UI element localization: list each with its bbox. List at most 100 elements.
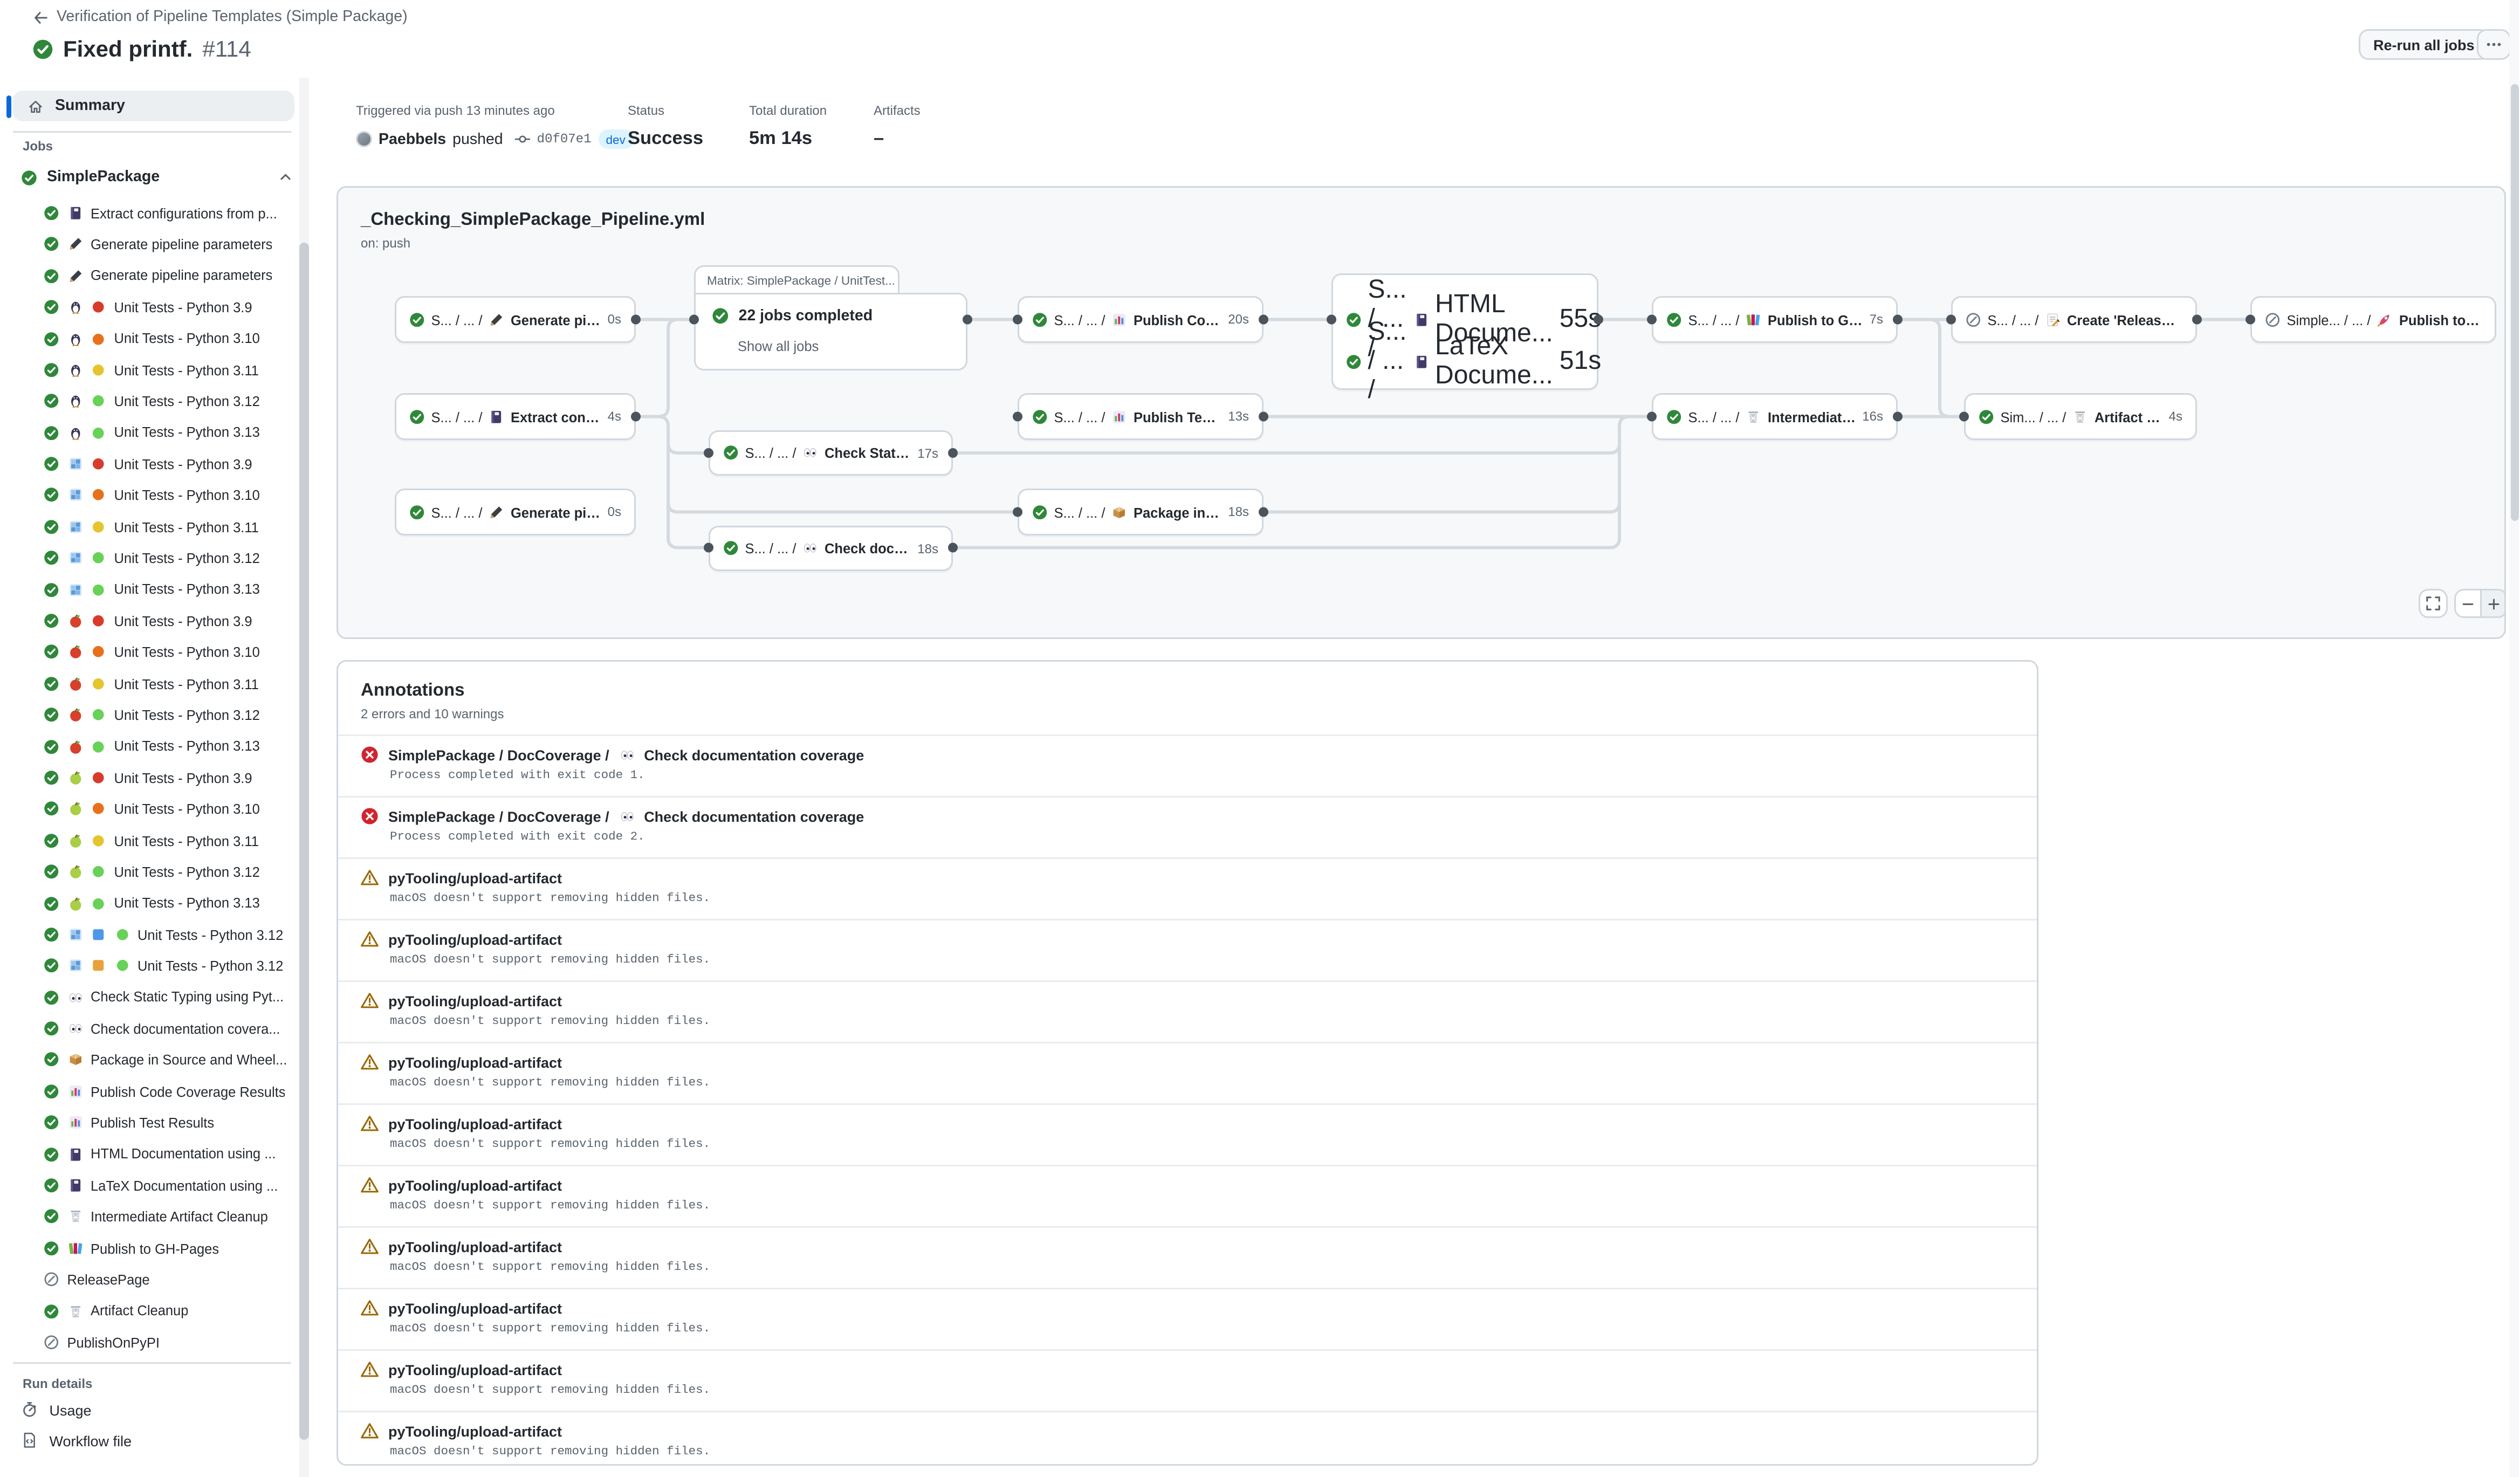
sidebar-job-item[interactable]: Intermediate Artifact Cleanup — [0, 1201, 298, 1233]
annotation-title[interactable]: Check documentation coverage — [644, 747, 864, 763]
sidebar-job-item[interactable]: Generate pipeline parameters — [0, 260, 298, 291]
more-options-button[interactable] — [2477, 29, 2511, 60]
sidebar-job-item[interactable]: Package in Source and Wheel... — [0, 1045, 298, 1076]
graph-node-intermediate[interactable]: S... / ... /Intermediate A...16s — [1652, 393, 1898, 440]
annotations-title: Annotations — [361, 681, 2014, 700]
sidebar-job-item[interactable]: Unit Tests - Python 3.13 — [0, 417, 298, 448]
annotation-title[interactable]: pyTooling/upload-artifact — [388, 1239, 562, 1255]
sidebar-job-item[interactable]: Unit Tests - Python 3.10 — [0, 636, 298, 668]
annotation-title[interactable]: Check documentation coverage — [644, 808, 864, 825]
graph-node-pubcov[interactable]: S... / ... /Publish Code C...20s — [1018, 296, 1264, 343]
commit-sha[interactable]: d0f07e1 — [537, 132, 592, 147]
annotation-message: macOS doesn't support removing hidden fi… — [390, 954, 2014, 967]
graph-node-gen1[interactable]: S... / ... /Generate pipelin...0s — [395, 296, 636, 343]
breadcrumb-label[interactable]: Verification of Pipeline Templates (Simp… — [57, 8, 408, 26]
sidebar-job-item[interactable]: Generate pipeline parameters — [0, 229, 298, 260]
sidebar-job-item[interactable]: Unit Tests - Python 3.11 — [0, 354, 298, 386]
sidebar-job-item[interactable]: PublishOnPyPI — [0, 1327, 298, 1358]
sidebar-job-item[interactable]: Artifact Cleanup — [0, 1295, 298, 1327]
circle-red — [91, 456, 106, 472]
sidebar-job-item[interactable]: Unit Tests - Python 3.13 — [0, 574, 298, 605]
annotation-row-warning: pyTooling/upload-artifactmacOS doesn't s… — [338, 980, 2037, 1042]
annotation-title[interactable]: pyTooling/upload-artifact — [388, 993, 562, 1009]
sidebar-scrollbar[interactable] — [299, 78, 309, 1477]
graph-node-cleanup[interactable]: Sim... / ... /Artifact Cleanup4s — [1964, 393, 2197, 440]
sidebar-job-item[interactable]: HTML Documentation using ... — [0, 1138, 298, 1170]
sidebar-job-item[interactable]: Unit Tests - Python 3.12 — [0, 542, 298, 574]
sidebar-job-item[interactable]: Unit Tests - Python 3.12 — [0, 856, 298, 888]
page-scrollbar-thumb[interactable] — [2510, 84, 2518, 521]
sidebar-job-item[interactable]: Unit Tests - Python 3.13 — [0, 888, 298, 919]
annotation-title[interactable]: pyTooling/upload-artifact — [388, 1300, 562, 1316]
sidebar-job-item[interactable]: Unit Tests - Python 3.9 — [0, 762, 298, 793]
graph-node-package[interactable]: S... / ... /Package in Sou...18s — [1018, 489, 1264, 535]
node-label: Check Static Ty... — [825, 445, 911, 461]
chevron-up-icon[interactable] — [278, 170, 293, 184]
workflow-graph-canvas[interactable]: _Checking_SimplePackage_Pipeline.yml on:… — [338, 188, 2504, 637]
graph-fullscreen-button[interactable] — [2419, 589, 2448, 618]
run-details-item-workflow-file[interactable]: Workflow file — [0, 1425, 298, 1456]
back-arrow-icon[interactable] — [32, 9, 49, 25]
sidebar-job-item[interactable]: Publish to GH-Pages — [0, 1233, 298, 1264]
check-circle — [409, 312, 425, 327]
sidebar-job-item[interactable]: Unit Tests - Python 3.13 — [0, 731, 298, 762]
graph-node-matrix-unittests[interactable]: 22 jobs completedShow all jobs — [694, 293, 967, 370]
sidebar-job-item[interactable]: Check documentation covera... — [0, 1013, 298, 1044]
graph-node-static[interactable]: S... / ... /Check Static Ty...17s — [709, 430, 953, 476]
trigger-label: Triggered via push 13 minutes ago — [356, 104, 555, 118]
graph-node-ghpages[interactable]: S... / ... /Publish to GH-P...7s — [1652, 296, 1898, 343]
graph-zoom-in-button[interactable] — [2481, 590, 2504, 616]
sidebar-job-item[interactable]: LaTeX Documentation using ... — [0, 1170, 298, 1201]
sidebar-job-item[interactable]: Unit Tests - Python 3.11 — [0, 511, 298, 542]
sidebar-job-item[interactable]: Extract configurations from p... — [0, 197, 298, 229]
circle-orange — [91, 331, 106, 347]
sidebar-job-item[interactable]: Unit Tests - Python 3.12 — [0, 950, 298, 981]
node-label: Create 'Release Pa... — [2067, 312, 2182, 328]
graph-node-gen2[interactable]: S... / ... /Generate pipelin...0s — [395, 489, 636, 535]
workflow-file-icon — [21, 1432, 38, 1449]
sidebar-job-item[interactable]: Unit Tests - Python 3.11 — [0, 825, 298, 856]
sidebar-job-item[interactable]: Unit Tests - Python 3.9 — [0, 605, 298, 636]
graph-node-doccov[interactable]: S... / ... /Check docume...18s — [709, 526, 953, 571]
graph-node-pubtest[interactable]: S... / ... /Publish Test Re...13s — [1018, 393, 1264, 440]
sidebar-job-item[interactable]: Unit Tests - Python 3.12 — [0, 386, 298, 417]
annotation-row-warning: pyTooling/upload-artifactmacOS doesn't s… — [338, 1226, 2037, 1288]
graph-node-doc-row-latex[interactable]: S... / ... /LaTeX Docume...51s — [1333, 341, 1597, 383]
annotation-title[interactable]: pyTooling/upload-artifact — [388, 1362, 562, 1378]
annotation-message: macOS doesn't support removing hidden fi… — [390, 893, 2014, 906]
graph-node-release[interactable]: S... / ... /Create 'Release Pa... — [1951, 296, 2197, 343]
sidebar-group-simplepackage[interactable]: SimplePackage — [21, 168, 293, 186]
graph-node-extract[interactable]: S... / ... /Extract configur...4s — [395, 393, 636, 440]
sidebar-job-item[interactable]: ReleasePage — [0, 1264, 298, 1295]
sidebar-job-item[interactable]: Unit Tests - Python 3.12 — [0, 699, 298, 731]
package-icon — [67, 1052, 83, 1068]
pen-icon — [67, 268, 83, 284]
sidebar-job-item[interactable]: Unit Tests - Python 3.9 — [0, 292, 298, 323]
annotation-title[interactable]: pyTooling/upload-artifact — [388, 1177, 562, 1193]
annotation-title[interactable]: pyTooling/upload-artifact — [388, 1116, 562, 1132]
sidebar-job-item[interactable]: Unit Tests - Python 3.12 — [0, 919, 298, 950]
annotation-title[interactable]: pyTooling/upload-artifact — [388, 1423, 562, 1439]
show-all-jobs-link[interactable]: Show all jobs — [738, 338, 819, 354]
actor-name[interactable]: Paebbels — [379, 130, 446, 148]
annotation-row-warning: pyTooling/upload-artifactmacOS doesn't s… — [338, 1288, 2037, 1349]
graph-zoom-out-button[interactable] — [2456, 590, 2481, 616]
annotation-title[interactable]: pyTooling/upload-artifact — [388, 931, 562, 947]
run-details-item-usage[interactable]: Usage — [0, 1394, 298, 1425]
sidebar-job-item[interactable]: Unit Tests - Python 3.10 — [0, 323, 298, 354]
graph-node-pypi[interactable]: Simple... / ... /Publish to PyPI — [2250, 296, 2496, 343]
annotation-title[interactable]: pyTooling/upload-artifact — [388, 1054, 562, 1070]
sidebar-item-summary[interactable]: Summary — [13, 91, 294, 121]
sidebar-job-item[interactable]: Unit Tests - Python 3.10 — [0, 793, 298, 825]
avatar[interactable] — [356, 131, 372, 147]
sidebar-job-item[interactable]: Unit Tests - Python 3.10 — [0, 480, 298, 511]
sidebar-job-item[interactable]: Publish Code Coverage Results — [0, 1076, 298, 1107]
breadcrumb[interactable]: Verification of Pipeline Templates (Simp… — [32, 8, 408, 26]
sidebar-job-item[interactable]: Check Static Typing using Pyt... — [0, 981, 298, 1013]
sidebar-scrollbar-thumb[interactable] — [299, 243, 309, 1440]
rerun-all-jobs-button[interactable]: Re-run all jobs — [2359, 29, 2489, 60]
annotation-title[interactable]: pyTooling/upload-artifact — [388, 870, 562, 886]
sidebar-job-item[interactable]: Unit Tests - Python 3.9 — [0, 448, 298, 479]
sidebar-job-item[interactable]: Publish Test Results — [0, 1107, 298, 1138]
sidebar-job-item[interactable]: Unit Tests - Python 3.11 — [0, 668, 298, 699]
